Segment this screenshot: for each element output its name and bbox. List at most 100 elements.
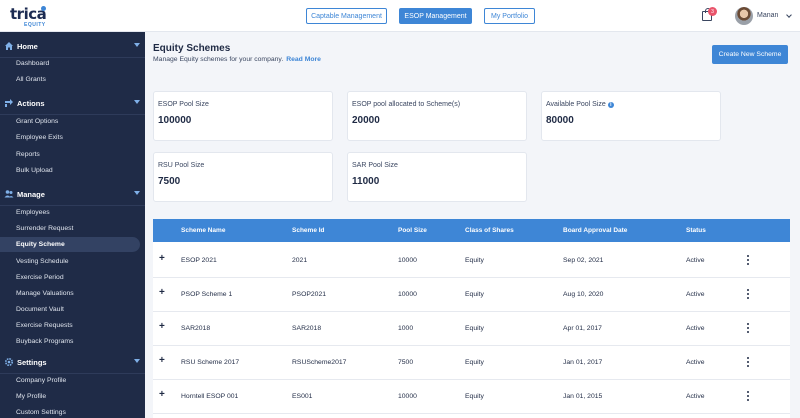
cell-board-approval-date: Jan 01, 2017 <box>563 359 603 366</box>
sidebar-section-settings[interactable]: Settings <box>0 352 145 374</box>
chevron-down-icon <box>134 43 140 47</box>
cell-board-approval-date: Apr 01, 2017 <box>563 325 602 332</box>
stat-label-text: Available Pool Size <box>546 101 606 108</box>
home-icon <box>5 42 13 50</box>
stat-card-esop-pool: ESOP Pool Size 100000 <box>153 91 333 141</box>
table-row[interactable]: + SAR2018 SAR2018 1000 Equity Apr 01, 20… <box>153 312 790 346</box>
more-options-icon[interactable] <box>747 391 749 401</box>
chevron-down-icon[interactable] <box>786 12 792 18</box>
sidebar-item-grant-options[interactable]: Grant Options <box>0 114 140 129</box>
sidebar-section-title: Manage <box>17 190 45 199</box>
page-subtitle-text: Manage Equity schemes for your company. <box>153 56 284 63</box>
sidebar-item-document-vault[interactable]: Document Vault <box>0 302 140 317</box>
sidebar-item-manage-valuations[interactable]: Manage Valuations <box>0 286 140 301</box>
cell-class-of-shares: Equity <box>465 291 484 298</box>
cell-scheme-name: RSU Scheme 2017 <box>181 359 240 366</box>
sidebar-item-exercise-period[interactable]: Exercise Period <box>0 270 140 285</box>
stat-card-allocated-pool: ESOP pool allocated to Scheme(s) 20000 <box>347 91 527 141</box>
more-options-icon[interactable] <box>747 255 749 265</box>
user-name[interactable]: Manan <box>757 12 778 19</box>
cell-pool-size: 10000 <box>398 393 417 400</box>
stat-label: Available Pool Size i <box>546 101 614 108</box>
notification-badge: 3 <box>708 7 717 16</box>
cell-class-of-shares: Equity <box>465 359 484 366</box>
column-header-status[interactable]: Status <box>686 227 706 234</box>
stat-value: 20000 <box>352 115 380 126</box>
sidebar-item-exercise-requests[interactable]: Exercise Requests <box>0 318 140 333</box>
stat-card-rsu-pool: RSU Pool Size 7500 <box>153 152 333 202</box>
nav-esop-management[interactable]: ESOP Management <box>399 8 472 24</box>
sidebar-section-actions[interactable]: Actions <box>0 93 145 115</box>
cell-scheme-name: Horntell ESOP 001 <box>181 393 239 400</box>
sidebar-item-bulk-upload[interactable]: Bulk Upload <box>0 163 140 178</box>
nav-captable-management[interactable]: Captable Management <box>306 8 387 24</box>
column-header-scheme-name[interactable]: Scheme Name <box>181 227 225 234</box>
sidebar-item-surrender-request[interactable]: Surrender Request <box>0 221 140 236</box>
table-row[interactable]: + Horntell ESOP 001 ES001 10000 Equity J… <box>153 380 790 414</box>
stat-label: ESOP pool allocated to Scheme(s) <box>352 101 461 108</box>
sidebar-section-home[interactable]: Home <box>0 36 145 58</box>
chevron-down-icon <box>134 359 140 363</box>
stat-label: ESOP Pool Size <box>158 101 209 108</box>
page-subtitle: Manage Equity schemes for your company. R… <box>153 56 321 63</box>
logo-dot-icon <box>41 6 46 11</box>
cell-status: Active <box>686 325 705 332</box>
expand-plus-icon[interactable]: + <box>159 321 165 332</box>
cell-status: Active <box>686 359 705 366</box>
sidebar-section-title: Home <box>17 42 38 51</box>
cell-scheme-id: RSUScheme2017 <box>292 359 347 366</box>
expand-plus-icon[interactable]: + <box>159 389 165 400</box>
cell-scheme-id: ES001 <box>292 393 313 400</box>
table-row[interactable]: + PSOP Scheme 1 PSOP2021 10000 Equity Au… <box>153 278 790 312</box>
nav-my-portfolio[interactable]: My Portfolio <box>484 8 535 24</box>
read-more-link[interactable]: Read More <box>286 56 321 63</box>
more-options-icon[interactable] <box>747 289 749 299</box>
info-icon[interactable]: i <box>607 102 614 108</box>
cell-scheme-id: PSOP2021 <box>292 291 327 298</box>
cell-scheme-name: PSOP Scheme 1 <box>181 291 233 298</box>
top-bar: trica EQUITY Captable Management ESOP Ma… <box>0 0 800 32</box>
table-header: Scheme Name Scheme Id Pool Size Class of… <box>153 219 790 242</box>
sidebar-item-custom-settings[interactable]: Custom Settings <box>0 405 140 418</box>
avatar[interactable] <box>735 7 753 25</box>
create-new-scheme-button[interactable]: Create New Scheme <box>712 45 788 64</box>
settings-icon <box>4 357 14 367</box>
sidebar-item-dashboard[interactable]: Dashboard <box>0 56 140 71</box>
cell-class-of-shares: Equity <box>465 393 484 400</box>
stat-value: 11000 <box>352 176 380 187</box>
cell-class-of-shares: Equity <box>465 325 484 332</box>
cell-status: Active <box>686 291 705 298</box>
sidebar-item-employee-exits[interactable]: Employee Exits <box>0 130 140 145</box>
table-row[interactable]: + ESOP 2021 2021 10000 Equity Sep 02, 20… <box>153 244 790 278</box>
sidebar-item-vesting-schedule[interactable]: Vesting Schedule <box>0 254 140 269</box>
column-header-scheme-id[interactable]: Scheme Id <box>292 227 325 234</box>
expand-plus-icon[interactable]: + <box>159 287 165 298</box>
sidebar-item-all-grants[interactable]: All Grants <box>0 72 140 87</box>
sidebar-item-my-profile[interactable]: My Profile <box>0 389 140 404</box>
sidebar-section-manage[interactable]: Manage <box>0 184 145 206</box>
table-row[interactable]: + RSU Scheme 2017 RSUScheme2017 7500 Equ… <box>153 346 790 380</box>
column-header-pool-size[interactable]: Pool Size <box>398 227 427 234</box>
page-title: Equity Schemes <box>153 43 231 54</box>
sidebar-item-equity-scheme[interactable]: Equity Scheme <box>0 237 140 252</box>
expand-plus-icon[interactable]: + <box>159 253 165 264</box>
schemes-table: Scheme Name Scheme Id Pool Size Class of… <box>153 219 790 418</box>
expand-plus-icon[interactable]: + <box>159 355 165 366</box>
column-header-board-approval-date[interactable]: Board Approval Date <box>563 227 627 234</box>
logo-subtext: EQUITY <box>24 22 46 28</box>
sidebar-item-buyback-programs[interactable]: Buyback Programs <box>0 334 140 349</box>
sidebar-item-employees[interactable]: Employees <box>0 205 140 220</box>
trica-logo[interactable]: trica EQUITY <box>10 5 50 28</box>
sidebar-item-company-profile[interactable]: Company Profile <box>0 373 140 388</box>
column-header-class-of-shares[interactable]: Class of Shares <box>465 227 514 234</box>
sidebar-section-title: Actions <box>17 99 45 108</box>
stat-value: 80000 <box>546 115 574 126</box>
actions-icon <box>5 99 13 107</box>
more-options-icon[interactable] <box>747 323 749 333</box>
cell-scheme-id: 2021 <box>292 257 308 264</box>
chevron-down-icon <box>134 191 140 195</box>
sidebar-item-reports[interactable]: Reports <box>0 147 140 162</box>
cell-pool-size: 1000 <box>398 325 414 332</box>
cell-pool-size: 10000 <box>398 257 417 264</box>
more-options-icon[interactable] <box>747 357 749 367</box>
